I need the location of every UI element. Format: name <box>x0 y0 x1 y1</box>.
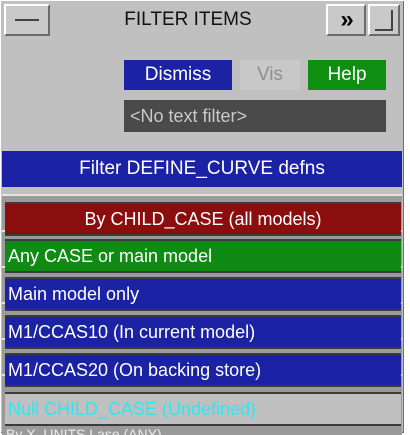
double-chevron-right-icon[interactable]: » <box>326 4 366 36</box>
text-filter-input[interactable]: <No text filter> <box>124 100 386 132</box>
child-case-popup-menu: By CHILD_CASE (all models) Any CASE or m… <box>5 200 403 428</box>
filter-define-curve-button[interactable]: Filter DEFINE_CURVE defns <box>2 151 402 187</box>
filter-items-panel: FILTER ITEMS » Dismiss Vis Help <No text… <box>0 0 404 435</box>
close-icon[interactable] <box>368 4 400 36</box>
menu-item-by-child-case[interactable]: By CHILD_CASE (all models) <box>5 202 401 236</box>
menu-item-null-child-case[interactable]: Null CHILD_CASE (Undefined) <box>5 392 401 426</box>
dismiss-button[interactable]: Dismiss <box>124 60 232 90</box>
minimize-icon[interactable] <box>4 4 50 36</box>
menu-item-main-model-only[interactable]: Main model only <box>5 277 401 311</box>
menu-item-m1-ccas20[interactable]: M1/CCAS20 (On backing store) <box>5 353 401 387</box>
vis-button[interactable]: Vis <box>240 60 300 90</box>
menu-item-any-case[interactable]: Any CASE or main model <box>5 239 401 273</box>
menu-item-m1-ccas10[interactable]: M1/CCAS10 (In current model) <box>5 315 401 349</box>
help-button[interactable]: Help <box>308 60 386 90</box>
list-row-partial: By X_UNITS Lase (ANY) <box>6 427 162 435</box>
window-title: FILTER ITEMS <box>124 9 252 30</box>
title-bar: FILTER ITEMS » <box>4 4 400 38</box>
